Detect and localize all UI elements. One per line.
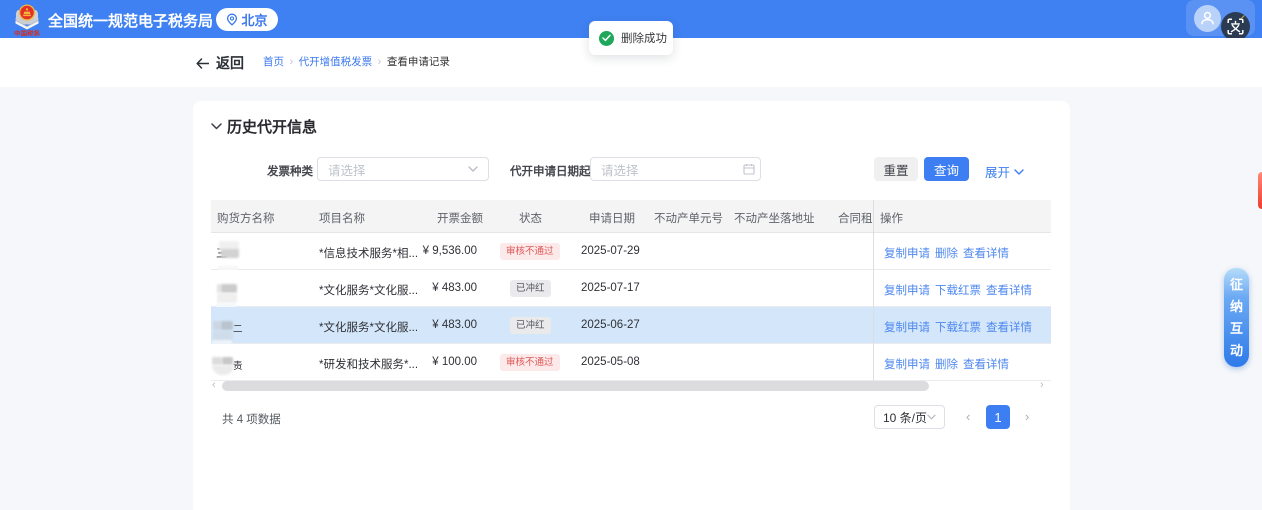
svg-text:中国税务: 中国税务 [14,29,41,37]
